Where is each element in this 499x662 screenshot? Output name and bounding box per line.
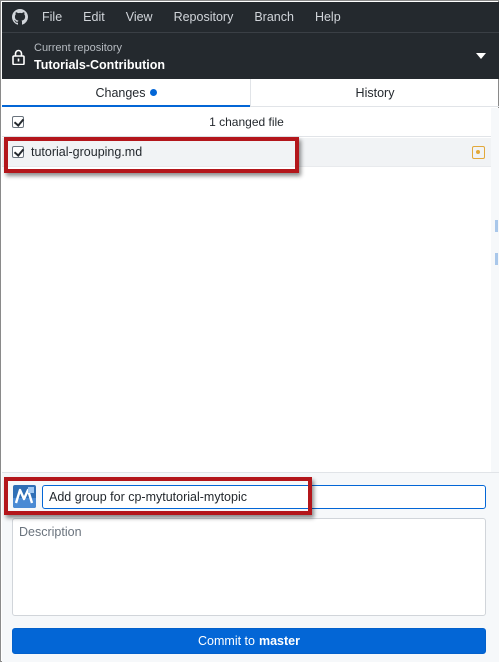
menu-file[interactable]: File: [42, 10, 62, 24]
menu-bar: File Edit View Repository Branch Help: [2, 2, 499, 32]
commit-summary-input[interactable]: [42, 485, 486, 509]
changed-files-count: 1 changed file: [209, 115, 284, 129]
scroll-marker: [495, 253, 498, 265]
list-item[interactable]: tutorial-grouping.md: [2, 138, 491, 167]
menu-repository[interactable]: Repository: [174, 10, 234, 24]
changes-indicator-dot: [149, 89, 157, 96]
menu-help[interactable]: Help: [315, 10, 341, 24]
commit-panel: Commit to master: [2, 472, 499, 662]
avatar: [13, 485, 36, 508]
repository-caption: Current repository: [34, 42, 123, 54]
commit-description-field[interactable]: [12, 518, 486, 616]
file-checkbox[interactable]: [12, 146, 24, 158]
app-window: File Edit View Repository Branch Help Cu…: [0, 0, 499, 662]
lock-icon: [12, 49, 25, 65]
commit-button[interactable]: Commit to master: [12, 628, 486, 654]
tab-changes-label: Changes: [95, 85, 146, 100]
scrollbar[interactable]: [491, 108, 499, 472]
repository-selector[interactable]: Current repository Tutorials-Contributio…: [2, 32, 499, 79]
tab-history-label: History: [355, 85, 395, 100]
github-logo-icon: [12, 9, 28, 25]
tab-history[interactable]: History: [250, 79, 499, 106]
chevron-down-icon[interactable]: [476, 53, 486, 59]
menu-view[interactable]: View: [126, 10, 153, 24]
modified-icon: [472, 146, 485, 159]
repository-name: Tutorials-Contribution: [34, 58, 165, 72]
tab-bar: Changes History: [2, 79, 499, 107]
menu-edit[interactable]: Edit: [83, 10, 105, 24]
changed-files-header: 1 changed file: [2, 108, 491, 137]
file-name: tutorial-grouping.md: [31, 145, 143, 159]
commit-button-prefix: Commit to: [198, 634, 255, 648]
tab-changes[interactable]: Changes: [2, 79, 250, 107]
menu-branch[interactable]: Branch: [254, 10, 294, 24]
scroll-marker: [495, 220, 498, 232]
commit-branch-name: master: [258, 634, 300, 648]
